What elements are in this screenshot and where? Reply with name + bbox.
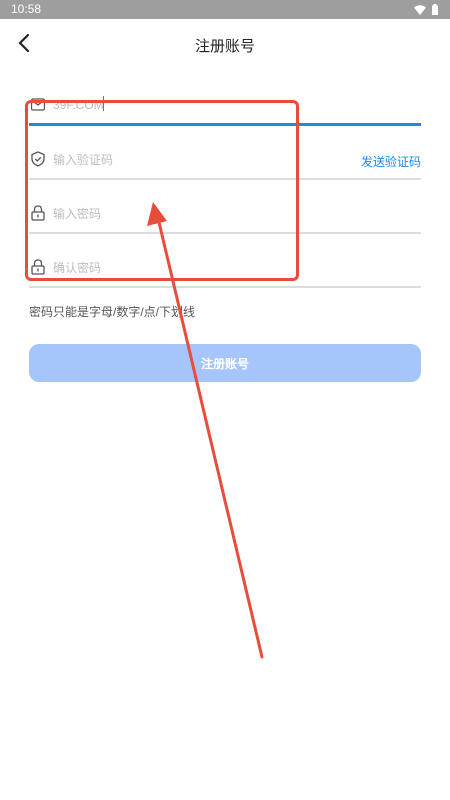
email-input[interactable] bbox=[53, 97, 353, 113]
password-field-row bbox=[29, 199, 421, 234]
email-field-row bbox=[29, 92, 421, 126]
verification-code-input[interactable] bbox=[53, 152, 313, 168]
status-icons bbox=[414, 4, 438, 15]
confirm-password-field-row bbox=[29, 253, 421, 288]
code-field-row: 发送验证码 bbox=[29, 145, 421, 180]
app-header: 注册账号 bbox=[0, 19, 450, 71]
password-input[interactable] bbox=[53, 206, 353, 222]
status-bar: 10:58 bbox=[0, 0, 450, 19]
page-title: 注册账号 bbox=[194, 38, 255, 55]
register-button[interactable]: 注册账号 bbox=[29, 344, 421, 382]
confirm-underline bbox=[29, 286, 421, 288]
text-caret bbox=[103, 96, 104, 111]
send-code-button[interactable]: 发送验证码 bbox=[361, 153, 421, 170]
password-hint: 密码只能是字母/数字/点/下划线 bbox=[29, 305, 196, 319]
email-icon bbox=[31, 98, 45, 111]
email-underline bbox=[29, 123, 421, 126]
wifi-icon bbox=[414, 4, 426, 15]
password-underline bbox=[29, 232, 421, 234]
confirm-password-input[interactable] bbox=[53, 260, 353, 276]
lock-icon bbox=[31, 205, 45, 221]
status-time: 10:58 bbox=[11, 2, 42, 16]
battery-icon bbox=[432, 4, 438, 15]
shield-check-icon bbox=[31, 151, 45, 167]
lock-icon bbox=[31, 259, 45, 275]
code-underline bbox=[29, 178, 421, 180]
